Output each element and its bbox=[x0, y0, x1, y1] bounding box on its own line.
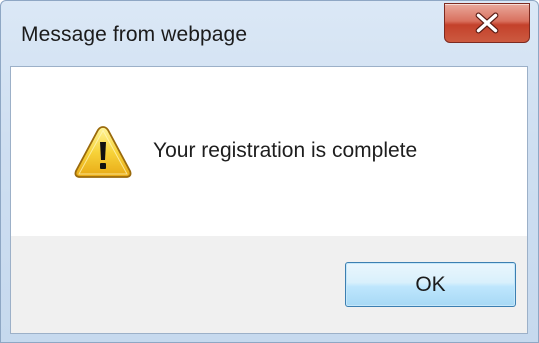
dialog-window: Message from webpage Your registration i… bbox=[0, 0, 539, 343]
button-bar: OK bbox=[11, 236, 527, 333]
message-area: Your registration is complete bbox=[11, 67, 527, 236]
warning-icon bbox=[74, 126, 132, 178]
close-button[interactable] bbox=[444, 3, 530, 43]
ok-button[interactable]: OK bbox=[345, 262, 516, 307]
close-icon bbox=[475, 12, 499, 34]
dialog-message: Your registration is complete bbox=[153, 139, 418, 162]
dialog-title: Message from webpage bbox=[21, 23, 248, 46]
dialog-content: Your registration is complete OK bbox=[10, 66, 528, 334]
